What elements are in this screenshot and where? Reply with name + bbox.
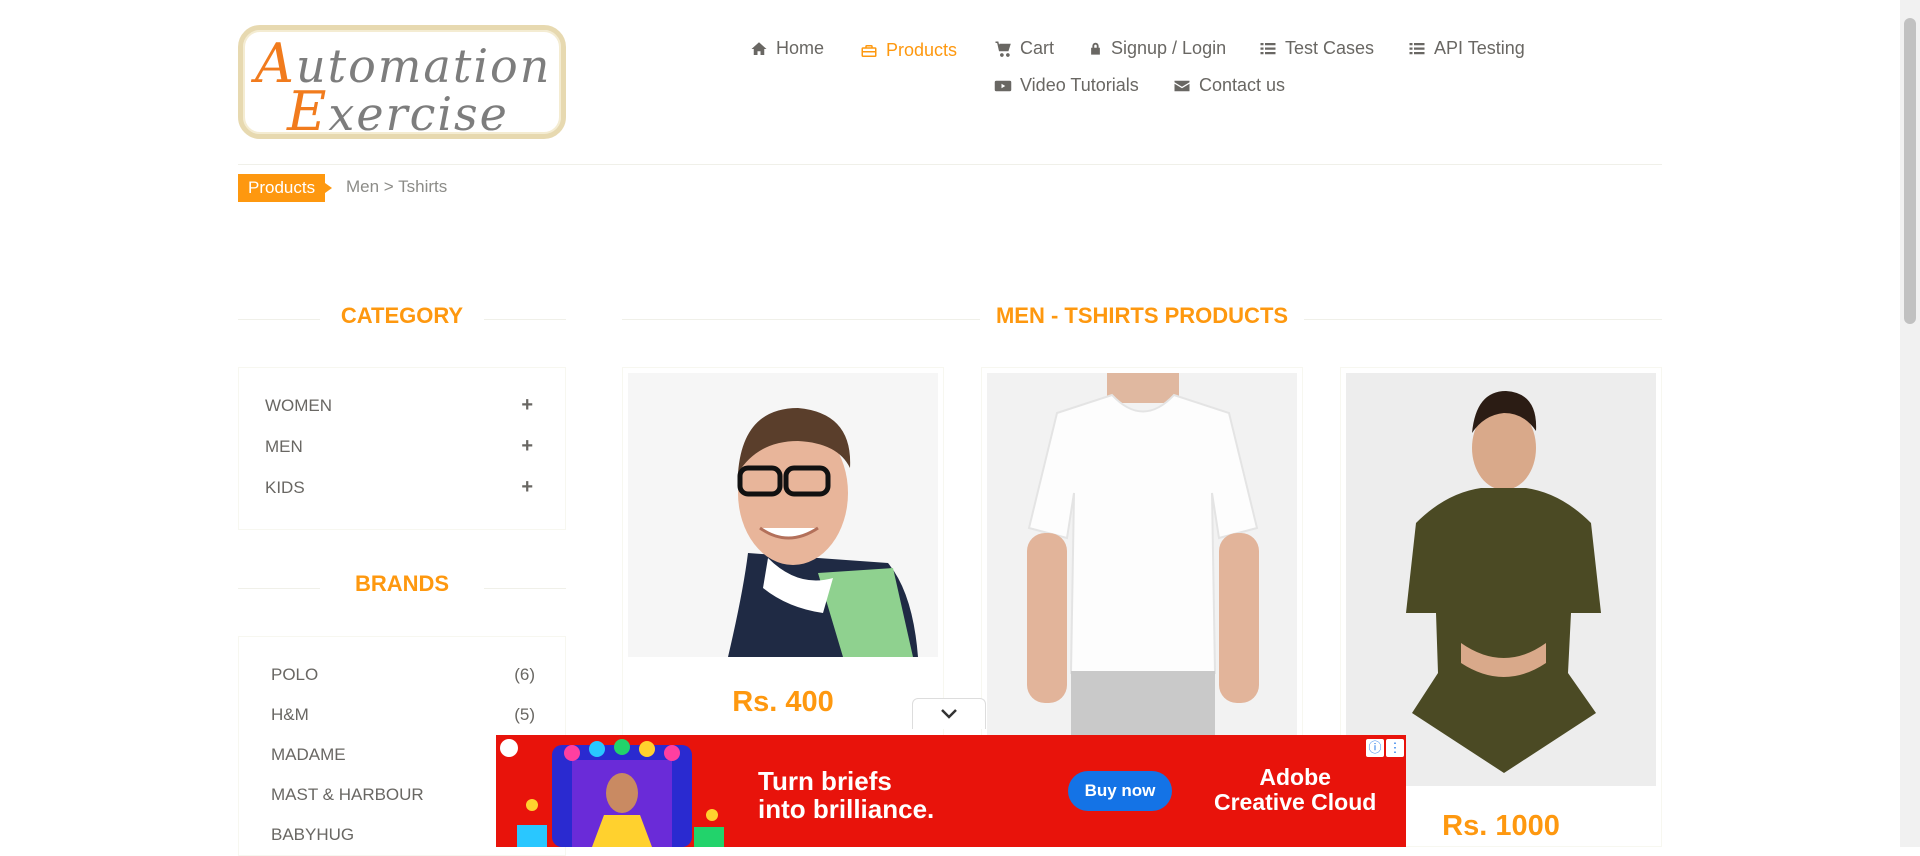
nav-contact-us[interactable]: Contact us bbox=[1173, 75, 1285, 96]
nav-products[interactable]: Products bbox=[860, 40, 957, 61]
brand-polo[interactable]: POLO bbox=[271, 665, 318, 685]
nav-cart[interactable]: Cart bbox=[994, 38, 1054, 59]
nav-test-cases-label: Test Cases bbox=[1285, 38, 1375, 58]
more-options-icon[interactable]: ⋮ bbox=[1386, 739, 1404, 757]
list-icon bbox=[1260, 42, 1276, 54]
brands-title: BRANDS bbox=[320, 571, 484, 597]
nav-signup-login[interactable]: Signup / Login bbox=[1088, 38, 1226, 59]
plus-icon[interactable]: + bbox=[521, 476, 533, 499]
plus-icon[interactable]: + bbox=[521, 394, 533, 417]
category-men[interactable]: MEN bbox=[265, 437, 303, 457]
ad-brand-line-2: Creative Cloud bbox=[1214, 789, 1377, 815]
youtube-icon bbox=[994, 80, 1012, 91]
category-panel: WOMEN + MEN + KIDS + bbox=[238, 367, 566, 530]
white-tshirt-photo bbox=[987, 373, 1297, 753]
nav-video-label: Video Tutorials bbox=[1020, 75, 1139, 95]
ad-buy-now-button[interactable]: Buy now bbox=[1068, 771, 1172, 811]
nav-api-testing-label: API Testing bbox=[1434, 38, 1525, 58]
category-title: CATEGORY bbox=[320, 303, 484, 329]
site-logo[interactable]: Automation Exercise bbox=[238, 25, 566, 143]
nav-cart-label: Cart bbox=[1020, 38, 1055, 58]
category-kids[interactable]: KIDS bbox=[265, 478, 305, 498]
home-icon bbox=[751, 41, 767, 55]
scrollbar-thumb[interactable] bbox=[1904, 18, 1916, 324]
lock-icon bbox=[1091, 42, 1100, 55]
plus-icon[interactable]: + bbox=[521, 435, 533, 458]
brand-babyhug[interactable]: BABYHUG bbox=[271, 825, 354, 845]
brand-count: (6) bbox=[514, 665, 535, 684]
ad-illustration bbox=[517, 739, 724, 847]
breadcrumb-path: Men > Tshirts bbox=[346, 177, 448, 196]
brand-mast-harbour[interactable]: MAST & HARBOUR bbox=[271, 785, 424, 805]
product-card: Rs. 400 bbox=[622, 367, 944, 747]
ad-brand-line-1: Adobe bbox=[1259, 764, 1331, 790]
brand-count: (5) bbox=[514, 705, 535, 724]
ad-headline: Turn briefs into brilliance. bbox=[758, 767, 934, 823]
products-title: MEN - TSHIRTS PRODUCTS bbox=[980, 303, 1304, 329]
header-divider bbox=[238, 164, 1662, 165]
product-price: Rs. 400 bbox=[732, 686, 834, 718]
olive-shirt-photo bbox=[1346, 373, 1656, 786]
logo-line-2: Exercise bbox=[287, 80, 509, 143]
chevron-down-icon bbox=[941, 709, 957, 719]
breadcrumb-products[interactable]: Products bbox=[238, 174, 333, 202]
man-polo-photo bbox=[628, 373, 938, 657]
nav-api-testing[interactable]: API Testing bbox=[1408, 38, 1525, 59]
product-card bbox=[981, 367, 1303, 753]
briefcase-icon bbox=[861, 44, 877, 57]
nav-test-cases[interactable]: Test Cases bbox=[1259, 38, 1374, 59]
ad-collapse-button[interactable] bbox=[912, 698, 986, 729]
ad-headline-line-2: into brilliance. bbox=[758, 794, 935, 824]
ad-brand: Adobe Creative Cloud bbox=[1214, 765, 1376, 815]
nav-home-label: Home bbox=[776, 38, 825, 58]
nav-signup-label: Signup / Login bbox=[1111, 38, 1227, 58]
info-icon[interactable]: ⓘ bbox=[1366, 739, 1384, 757]
nav-home[interactable]: Home bbox=[750, 38, 824, 59]
category-women[interactable]: WOMEN bbox=[265, 396, 332, 416]
list-icon bbox=[1409, 42, 1425, 54]
ad-headline-line-1: Turn briefs bbox=[758, 766, 892, 796]
nav-video-tutorials[interactable]: Video Tutorials bbox=[994, 75, 1139, 96]
brand-hm[interactable]: H&M bbox=[271, 705, 309, 725]
envelope-icon bbox=[1174, 80, 1190, 91]
cart-icon bbox=[995, 41, 1011, 57]
nav-contact-label: Contact us bbox=[1199, 75, 1286, 95]
shield-icon bbox=[500, 739, 518, 757]
nav-products-label: Products bbox=[886, 40, 958, 60]
brand-madame[interactable]: MADAME bbox=[271, 745, 346, 765]
ad-banner[interactable]: Turn briefs into brilliance. Buy now Ado… bbox=[496, 735, 1406, 847]
